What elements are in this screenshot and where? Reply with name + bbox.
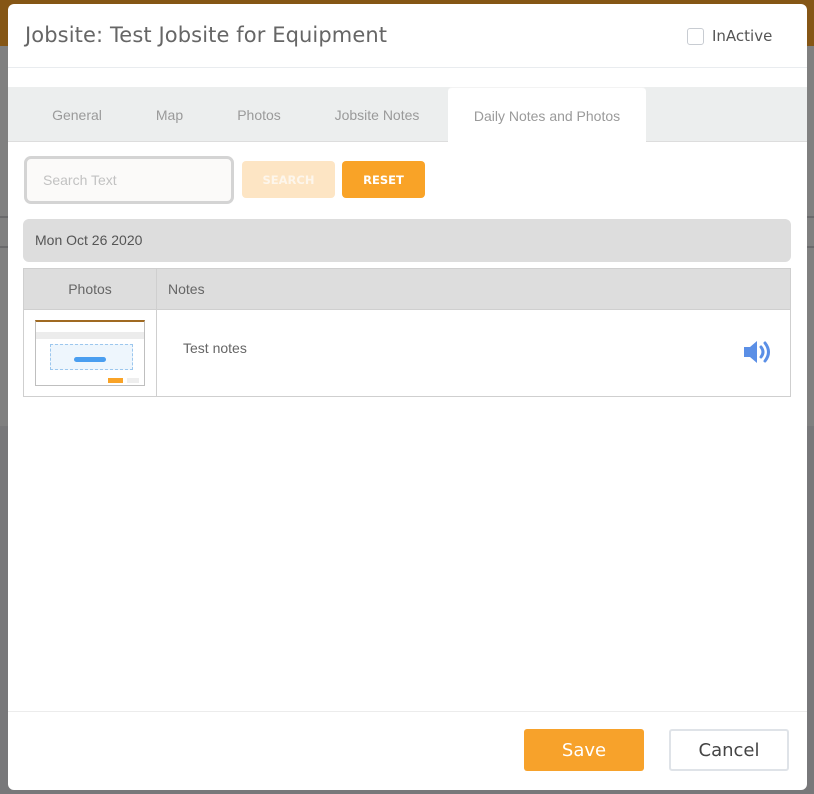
daily-notes-table: Photos Notes Test notes <box>23 268 791 397</box>
inactive-checkbox[interactable] <box>687 27 704 45</box>
save-button[interactable]: Save <box>524 729 644 771</box>
reset-button[interactable]: RESET <box>342 161 425 198</box>
photo-thumbnail[interactable] <box>35 320 145 386</box>
column-header-photos: Photos <box>23 268 157 310</box>
tab-general[interactable]: General <box>35 87 119 142</box>
tab-bar: General Map Photos Jobsite Notes Daily N… <box>8 87 807 143</box>
note-text: Test notes <box>183 340 247 356</box>
modal-header: Jobsite: Test Jobsite for Equipment InAc… <box>8 4 807 68</box>
inactive-label: InActive <box>712 27 773 45</box>
search-button[interactable]: SEARCH <box>242 161 335 198</box>
modal-title: Jobsite: Test Jobsite for Equipment <box>25 23 388 47</box>
tab-map[interactable]: Map <box>139 87 200 142</box>
speaker-icon[interactable] <box>742 336 776 368</box>
tab-daily-notes-and-photos[interactable]: Daily Notes and Photos <box>448 87 646 143</box>
tab-jobsite-notes[interactable]: Jobsite Notes <box>317 87 437 142</box>
jobsite-modal: Jobsite: Test Jobsite for Equipment InAc… <box>8 4 807 790</box>
footer-divider <box>8 711 807 712</box>
table-row: Test notes <box>23 309 791 397</box>
cancel-button[interactable]: Cancel <box>669 729 789 771</box>
date-group-header: Mon Oct 26 2020 <box>23 219 791 262</box>
table-header-row: Photos Notes <box>23 268 791 310</box>
inactive-toggle[interactable]: InActive <box>687 27 772 45</box>
search-input[interactable] <box>24 156 234 204</box>
tab-photos[interactable]: Photos <box>219 87 299 142</box>
photo-cell <box>23 309 157 397</box>
notes-cell: Test notes <box>156 309 791 397</box>
column-header-notes: Notes <box>156 268 791 310</box>
